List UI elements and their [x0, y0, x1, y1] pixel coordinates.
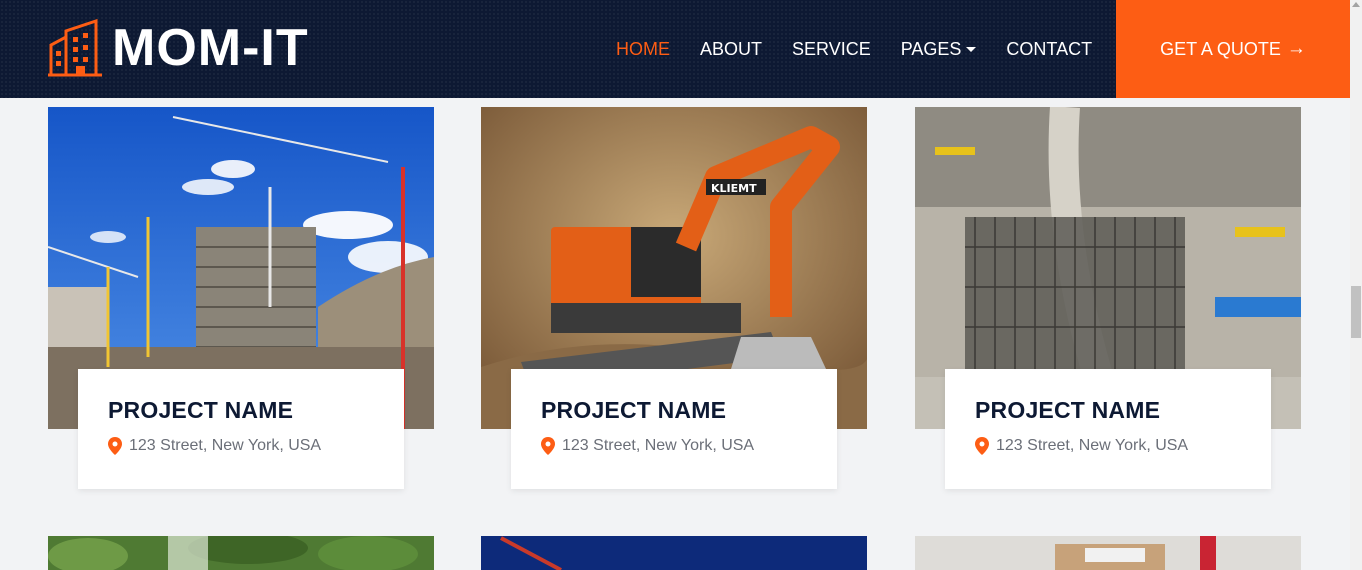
map-pin-icon: [541, 437, 555, 455]
brand-name: MOM-IT: [112, 19, 309, 77]
project-title[interactable]: PROJECT NAME: [541, 397, 726, 424]
page-scrollbar[interactable]: [1350, 0, 1362, 570]
project-info: PROJECT NAME 123 Street, New York, USA: [78, 369, 404, 489]
scroll-thumb[interactable]: [1351, 286, 1361, 338]
project-title[interactable]: PROJECT NAME: [975, 397, 1160, 424]
nav-pages-label: PAGES: [900, 39, 962, 59]
project-address-text: 123 Street, New York, USA: [562, 437, 755, 454]
nav-service[interactable]: SERVICE: [792, 0, 871, 98]
project-address-text: 123 Street, New York, USA: [996, 437, 1189, 454]
project-photo-trees[interactable]: [48, 536, 434, 570]
project-photo-night-crane[interactable]: [481, 536, 867, 570]
nav-about-label: ABOUT: [700, 39, 763, 59]
map-pin-icon: [108, 437, 122, 455]
project-photo-modular-building[interactable]: [915, 536, 1301, 570]
building-icon: [48, 19, 102, 77]
scroll-up-arrow-icon[interactable]: [1352, 2, 1360, 7]
project-address: 123 Street, New York, USA: [975, 437, 1188, 455]
map-pin-icon: [975, 437, 989, 455]
get-a-quote-label: GET A QUOTE: [1160, 38, 1281, 59]
project-card[interactable]: KLIEMT PROJECT NAME 123 Street, New York…: [481, 107, 867, 489]
project-info: PROJECT NAME 123 Street, New York, USA: [511, 369, 837, 489]
nav-home-label: HOME: [616, 39, 670, 59]
nav-home[interactable]: HOME: [616, 0, 670, 98]
project-card[interactable]: PROJECT NAME 123 Street, New York, USA: [48, 107, 434, 489]
nav-about[interactable]: ABOUT: [700, 0, 762, 98]
project-info: PROJECT NAME 123 Street, New York, USA: [945, 369, 1271, 489]
get-a-quote-button[interactable]: GET A QUOTE →: [1116, 0, 1350, 98]
navbar: MOM-IT HOME ABOUT SERVICE PAGES CONTACT …: [0, 0, 1350, 98]
arrow-right-icon: →: [1286, 38, 1306, 59]
brand-logo[interactable]: MOM-IT: [48, 18, 309, 78]
nav-pages-dropdown[interactable]: PAGES: [901, 0, 977, 98]
project-address: 123 Street, New York, USA: [108, 437, 321, 455]
main-nav: HOME ABOUT SERVICE PAGES CONTACT: [616, 0, 1122, 98]
nav-contact[interactable]: CONTACT: [1006, 0, 1092, 98]
project-address-text: 123 Street, New York, USA: [129, 437, 322, 454]
nav-contact-label: CONTACT: [1006, 39, 1093, 59]
caret-down-icon: [966, 46, 977, 52]
svg-text:KLIEMT: KLIEMT: [711, 182, 757, 195]
nav-service-label: SERVICE: [792, 39, 871, 59]
project-address: 123 Street, New York, USA: [541, 437, 754, 455]
project-card[interactable]: PROJECT NAME 123 Street, New York, USA: [915, 107, 1301, 489]
project-title[interactable]: PROJECT NAME: [108, 397, 293, 424]
